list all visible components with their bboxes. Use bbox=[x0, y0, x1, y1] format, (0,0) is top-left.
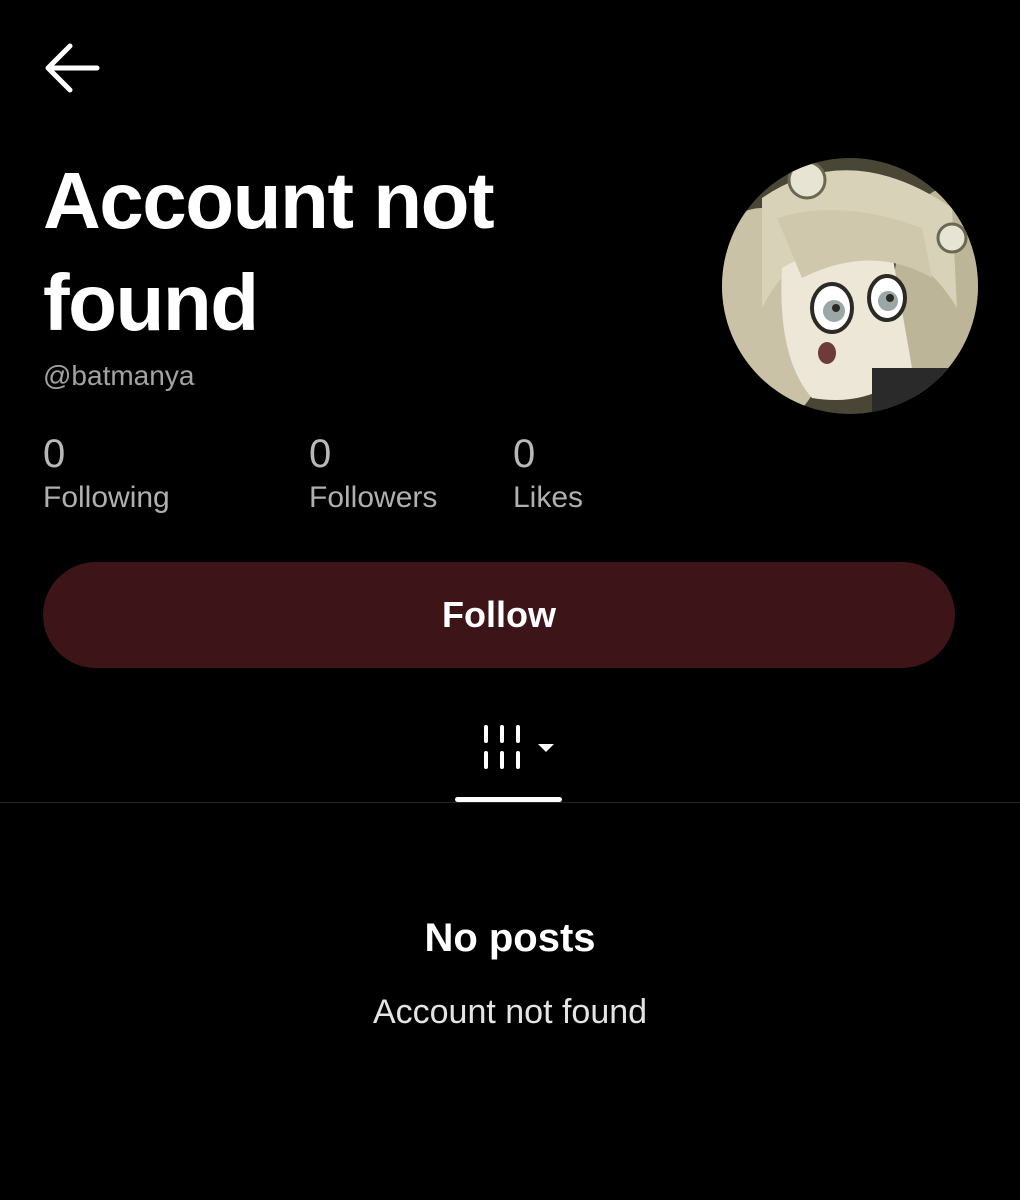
stat-followers[interactable]: 0 Followers bbox=[309, 430, 437, 516]
followers-count: 0 bbox=[309, 432, 332, 476]
username-handle: @batmanya bbox=[43, 360, 195, 391]
follow-button[interactable]: Follow bbox=[43, 562, 955, 668]
arrow-left-icon bbox=[45, 43, 100, 93]
back-button[interactable] bbox=[40, 40, 104, 96]
caret-down-icon bbox=[538, 744, 554, 752]
stat-following[interactable]: 0 Following bbox=[43, 430, 170, 516]
empty-state-subtitle: Account not found bbox=[372, 993, 648, 1031]
stat-likes[interactable]: 0 Likes bbox=[513, 430, 583, 516]
grid-columns-icon bbox=[484, 725, 520, 769]
likes-label: Likes bbox=[513, 481, 584, 514]
likes-count: 0 bbox=[513, 432, 536, 476]
page-title: Account not found bbox=[43, 156, 495, 347]
divider bbox=[0, 802, 1020, 803]
avatar[interactable] bbox=[722, 158, 978, 414]
empty-state-title: No posts bbox=[424, 916, 596, 960]
followers-label: Followers bbox=[309, 481, 438, 514]
tab-videos[interactable] bbox=[455, 715, 562, 802]
avatar-image bbox=[722, 158, 978, 414]
following-count: 0 bbox=[43, 432, 66, 476]
following-label: Following bbox=[43, 481, 170, 514]
